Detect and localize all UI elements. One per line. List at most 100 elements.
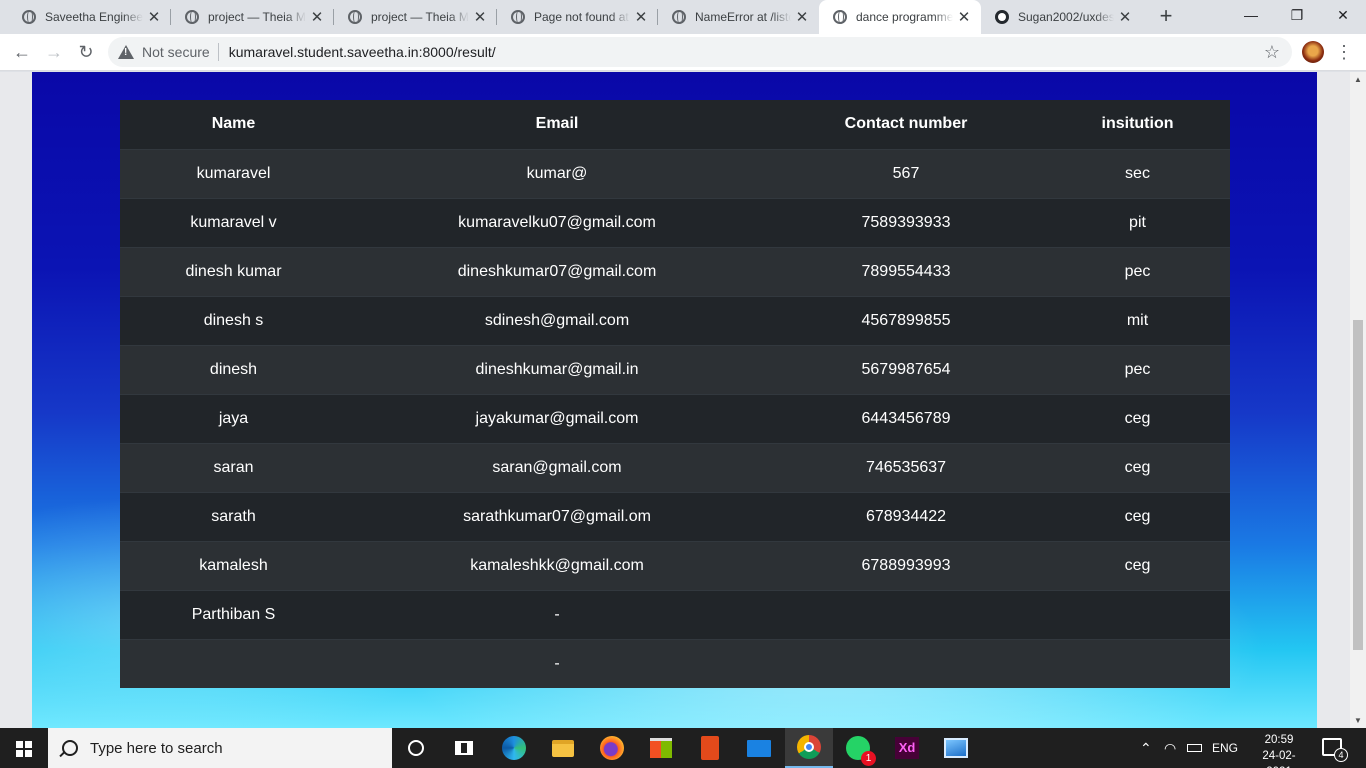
table-row: kamalesh kamaleshkk@gmail.com 6788993993 ce…: [120, 540, 1230, 590]
url-text[interactable]: kumaravel.student.saveetha.in:8000/resul…: [229, 44, 496, 60]
close-tab-icon[interactable]: ✕: [473, 8, 487, 26]
column-header-name: Name: [120, 100, 347, 149]
table-row: saran saran@gmail.com 746535637 ceg: [120, 442, 1230, 492]
table-row: jaya jayakumar@gmail.com 6443456789 ceg: [120, 393, 1230, 443]
close-tab-icon[interactable]: ✕: [1118, 8, 1132, 26]
cell-name: Parthiban S: [120, 589, 347, 639]
whatsapp-icon[interactable]: 1: [834, 728, 882, 768]
table-header-row: Name Email Contact number insitution: [120, 100, 1230, 149]
cell-name: [120, 638, 347, 688]
column-header-email: Email: [347, 100, 767, 149]
cell-email: sarathkumar07@gmail.om: [347, 491, 767, 541]
table-row: sarath sarathkumar07@gmail.om 678934422 ceg: [120, 491, 1230, 541]
battery-icon[interactable]: [1187, 728, 1202, 768]
cell-contact: 746535637: [767, 442, 1045, 492]
cell-email: jayakumar@gmail.com: [347, 393, 767, 443]
profile-avatar[interactable]: [1302, 41, 1324, 63]
kebab-menu-icon[interactable]: ⋮: [1334, 38, 1354, 66]
tab-nameerror[interactable]: NameError at /listdata ✕: [658, 0, 819, 34]
table-row: kumaravel kumar@ 567 sec: [120, 148, 1230, 198]
system-clock[interactable]: 20:59 24-02-2021: [1255, 732, 1303, 768]
back-arrow-icon[interactable]: ←: [8, 38, 36, 66]
search-icon: [62, 740, 78, 756]
close-tab-icon[interactable]: ✕: [147, 8, 161, 26]
cell-name: dinesh kumar: [120, 246, 347, 296]
tab-saveetha[interactable]: Saveetha Engineering College ✕: [8, 0, 171, 34]
vertical-scrollbar[interactable]: ▲ ▼: [1350, 72, 1366, 728]
adobe-xd-icon[interactable]: Xd: [883, 728, 931, 768]
warning-icon[interactable]: [118, 44, 134, 60]
cell-name: kumaravel v: [120, 197, 347, 247]
cell-contact: [767, 589, 1045, 639]
cortana-icon[interactable]: [392, 728, 440, 768]
tab-theia-1[interactable]: project — Theia Multi ✕: [171, 0, 334, 34]
minimize-button[interactable]: —: [1228, 0, 1274, 30]
tab-strip: Saveetha Engineering College ✕ project —…: [0, 0, 1366, 34]
tab-dance-programme[interactable]: dance programme ✕: [819, 0, 981, 34]
chrome-icon[interactable]: [785, 728, 833, 768]
edge-icon[interactable]: [490, 728, 538, 768]
taskbar-search-input[interactable]: Type here to search: [48, 728, 392, 768]
cell-institution: [1045, 589, 1230, 639]
tab-page-not-found[interactable]: Page not found at / ✕: [497, 0, 658, 34]
cell-email: -: [347, 638, 767, 688]
forward-arrow-icon[interactable]: →: [40, 38, 68, 66]
close-tab-icon[interactable]: ✕: [957, 8, 971, 26]
bookmark-star-icon[interactable]: ☆: [1261, 41, 1283, 63]
windows-taskbar: Type here to search 1 Xd ⌃ ◠ ENG 20:59 2…: [0, 728, 1366, 768]
github-icon: [995, 10, 1009, 24]
cell-institution: sec: [1045, 148, 1230, 198]
notification-badge: 1: [861, 751, 876, 766]
cell-institution: pec: [1045, 344, 1230, 394]
close-tab-icon[interactable]: ✕: [634, 8, 648, 26]
scrollbar-thumb[interactable]: [1353, 320, 1363, 650]
close-tab-icon[interactable]: ✕: [310, 8, 324, 26]
mail-icon[interactable]: [735, 728, 783, 768]
scroll-up-arrow-icon[interactable]: ▲: [1353, 75, 1363, 84]
tab-theia-2[interactable]: project — Theia Multi ✕: [334, 0, 497, 34]
column-header-contact: Contact number: [767, 100, 1045, 149]
restore-button[interactable]: ❐: [1274, 0, 1320, 30]
cell-institution: ceg: [1045, 540, 1230, 590]
cell-email: kamaleshkk@gmail.com: [347, 540, 767, 590]
globe-icon: [185, 10, 199, 24]
tab-title: project — Theia Multi: [208, 10, 306, 24]
task-view-icon[interactable]: [440, 728, 488, 768]
photos-icon[interactable]: [932, 728, 980, 768]
table-row: Parthiban S-: [120, 589, 1230, 639]
globe-icon: [348, 10, 362, 24]
cell-name: kumaravel: [120, 148, 347, 198]
globe-icon: [511, 10, 525, 24]
globe-icon: [672, 10, 686, 24]
reload-icon[interactable]: ↻: [72, 38, 100, 66]
chevron-up-icon[interactable]: ⌃: [1140, 728, 1152, 768]
cell-contact: 567: [767, 148, 1045, 198]
address-bar[interactable]: Not secure kumaravel.student.saveetha.in…: [108, 37, 1292, 67]
cell-contact: 6788993993: [767, 540, 1045, 590]
wifi-icon[interactable]: ◠: [1164, 728, 1176, 768]
notification-center-icon[interactable]: 4: [1322, 738, 1348, 762]
tab-title: NameError at /listdata: [695, 10, 791, 24]
language-indicator[interactable]: ENG: [1212, 728, 1238, 768]
new-tab-button[interactable]: +: [1154, 4, 1178, 28]
tab-github[interactable]: Sugan2002/uxdesign ✕: [981, 0, 1142, 34]
close-window-button[interactable]: ✕: [1320, 0, 1366, 30]
security-label[interactable]: Not secure: [142, 44, 210, 60]
cell-name: dinesh: [120, 344, 347, 394]
cell-institution: ceg: [1045, 491, 1230, 541]
cell-institution: mit: [1045, 295, 1230, 345]
firefox-icon[interactable]: [588, 728, 636, 768]
cell-name: sarath: [120, 491, 347, 541]
scroll-down-arrow-icon[interactable]: ▼: [1353, 716, 1363, 725]
cell-name: saran: [120, 442, 347, 492]
cell-contact: 678934422: [767, 491, 1045, 541]
clock-time: 20:59: [1264, 734, 1294, 746]
store-icon[interactable]: [637, 728, 685, 768]
cell-institution: [1045, 638, 1230, 688]
close-tab-icon[interactable]: ✕: [795, 8, 809, 26]
office-icon[interactable]: [686, 728, 734, 768]
page-viewport: Name Email Contact number insitution kum…: [0, 72, 1350, 728]
cell-name: kamalesh: [120, 540, 347, 590]
file-explorer-icon[interactable]: [539, 728, 587, 768]
windows-start-icon[interactable]: [0, 728, 48, 768]
